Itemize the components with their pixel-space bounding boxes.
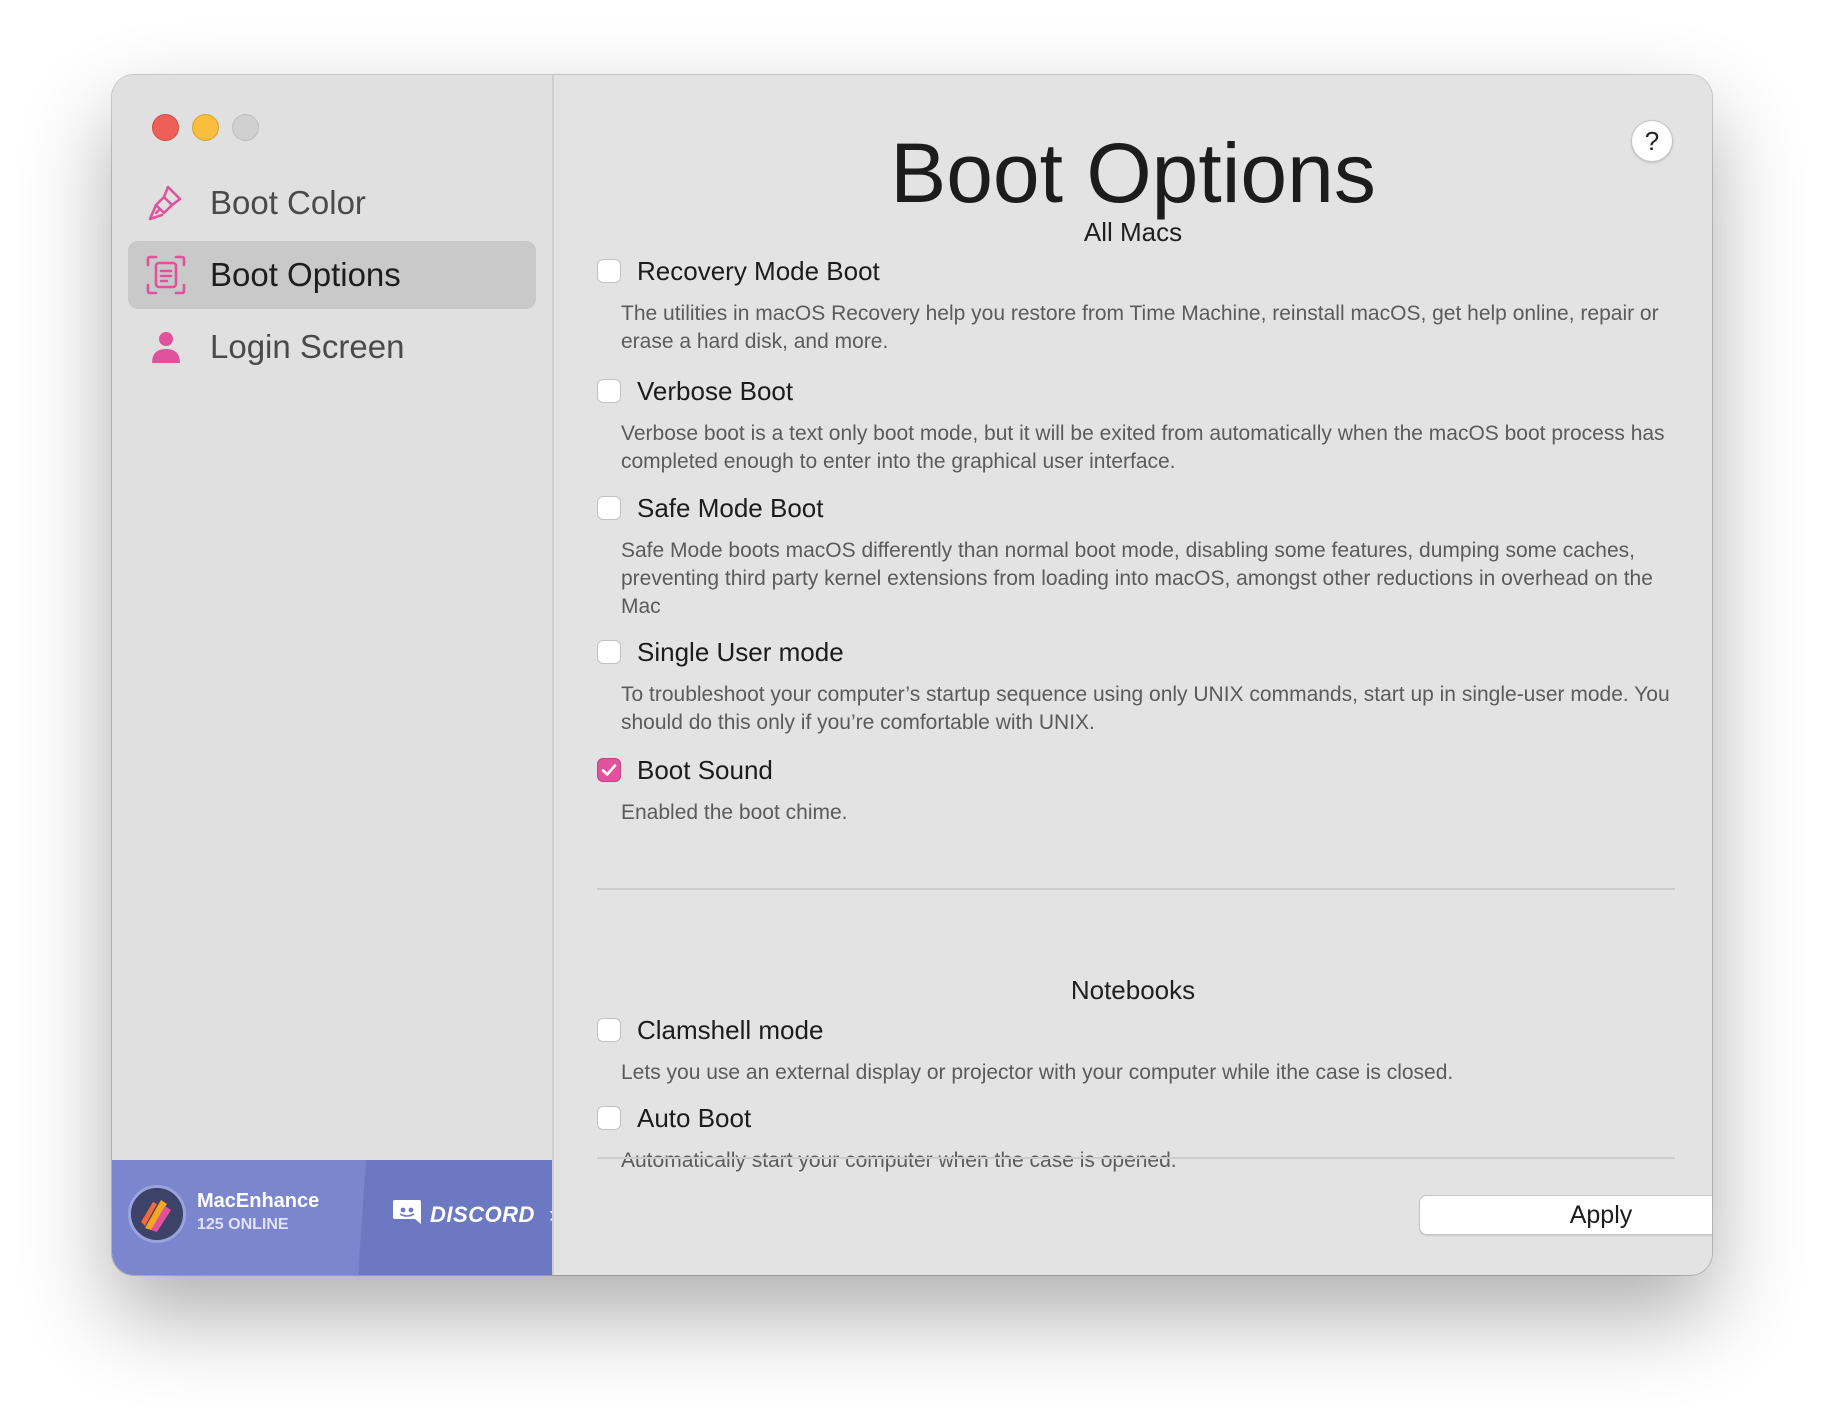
minimize-window-button[interactable] bbox=[192, 114, 219, 141]
option-label: Recovery Mode Boot bbox=[637, 255, 880, 286]
verbose-boot-checkbox[interactable] bbox=[597, 379, 621, 403]
option-description: Verbose boot is a text only boot mode, b… bbox=[621, 422, 1665, 473]
sidebar-item-label: Boot Color bbox=[210, 184, 366, 221]
close-window-button[interactable] bbox=[152, 114, 179, 141]
section-title-all-macs: All Macs bbox=[1083, 217, 1183, 247]
option-description: Automatically start your computer when t… bbox=[621, 1149, 1177, 1172]
option-description: The utilities in macOS Recovery help you… bbox=[621, 302, 1659, 353]
chevron-right-icon: › bbox=[549, 1201, 552, 1229]
recovery-mode-checkbox[interactable] bbox=[597, 259, 621, 283]
sidebar-item-label: Login Screen bbox=[210, 328, 405, 365]
option-verbose-boot: Verbose Boot Verbose boot is a text only… bbox=[597, 374, 1677, 476]
sidebar: Boot Color Boot Options Login Screen Mac… bbox=[112, 75, 554, 1275]
option-label: Single User mode bbox=[637, 636, 844, 667]
app-window: Boot Color Boot Options Login Screen Mac… bbox=[112, 75, 1712, 1275]
discord-online-count: 125 ONLINE bbox=[197, 1216, 289, 1233]
discord-server-name: MacEnhance bbox=[197, 1190, 320, 1212]
person-icon bbox=[144, 325, 188, 369]
sidebar-item-label: Boot Options bbox=[210, 256, 401, 293]
section-divider bbox=[597, 888, 1675, 890]
checkmark-icon bbox=[601, 764, 617, 776]
page-title: Boot Options bbox=[890, 126, 1376, 220]
option-description: Enabled the boot chime. bbox=[621, 801, 848, 824]
option-auto-boot: Auto Boot Automatically start your compu… bbox=[597, 1101, 1677, 1175]
discord-label: DISCORD bbox=[430, 1201, 535, 1227]
sidebar-item-boot-color[interactable]: Boot Color bbox=[128, 169, 536, 237]
option-boot-sound: Boot Sound Enabled the boot chime. bbox=[597, 753, 1677, 827]
option-single-user-mode: Single User mode To troubleshoot your co… bbox=[597, 635, 1677, 737]
option-clamshell-mode: Clamshell mode Lets you use an external … bbox=[597, 1013, 1677, 1087]
option-safe-mode-boot: Safe Mode Boot Safe Mode boots macOS dif… bbox=[597, 491, 1677, 621]
server-avatar bbox=[128, 1185, 186, 1243]
option-label: Safe Mode Boot bbox=[637, 492, 824, 523]
option-description: To troubleshoot your computer’s startup … bbox=[621, 683, 1670, 734]
apply-button[interactable]: Apply bbox=[1419, 1195, 1712, 1235]
zoom-window-button[interactable] bbox=[232, 114, 259, 141]
clamshell-checkbox[interactable] bbox=[597, 1018, 621, 1042]
single-user-checkbox[interactable] bbox=[597, 640, 621, 664]
safe-mode-checkbox[interactable] bbox=[597, 496, 621, 520]
auto-boot-checkbox[interactable] bbox=[597, 1106, 621, 1130]
main-content: ? Boot Options All Macs Recovery Mode Bo… bbox=[554, 75, 1712, 1275]
option-label: Boot Sound bbox=[637, 754, 773, 785]
section-title-notebooks: Notebooks bbox=[1070, 975, 1196, 1005]
option-label: Clamshell mode bbox=[637, 1014, 824, 1045]
discord-button[interactable]: DISCORD › bbox=[392, 1198, 552, 1231]
option-description: Lets you use an external display or proj… bbox=[621, 1061, 1454, 1084]
footer-divider bbox=[597, 1157, 1675, 1159]
sidebar-item-login-screen[interactable]: Login Screen bbox=[128, 313, 536, 381]
sidebar-item-boot-options[interactable]: Boot Options bbox=[128, 241, 536, 309]
discord-logo-icon bbox=[392, 1198, 422, 1231]
option-label: Auto Boot bbox=[637, 1102, 752, 1133]
document-frame-icon bbox=[144, 253, 188, 297]
discord-widget[interactable]: MacEnhance 125 ONLINE DISCORD › bbox=[112, 1160, 552, 1275]
option-label: Verbose Boot bbox=[637, 375, 794, 406]
boot-sound-checkbox[interactable] bbox=[597, 758, 621, 782]
paintbrush-icon bbox=[144, 181, 188, 225]
option-recovery-mode-boot: Recovery Mode Boot The utilities in macO… bbox=[597, 254, 1677, 356]
option-description: Safe Mode boots macOS differently than n… bbox=[621, 539, 1653, 618]
